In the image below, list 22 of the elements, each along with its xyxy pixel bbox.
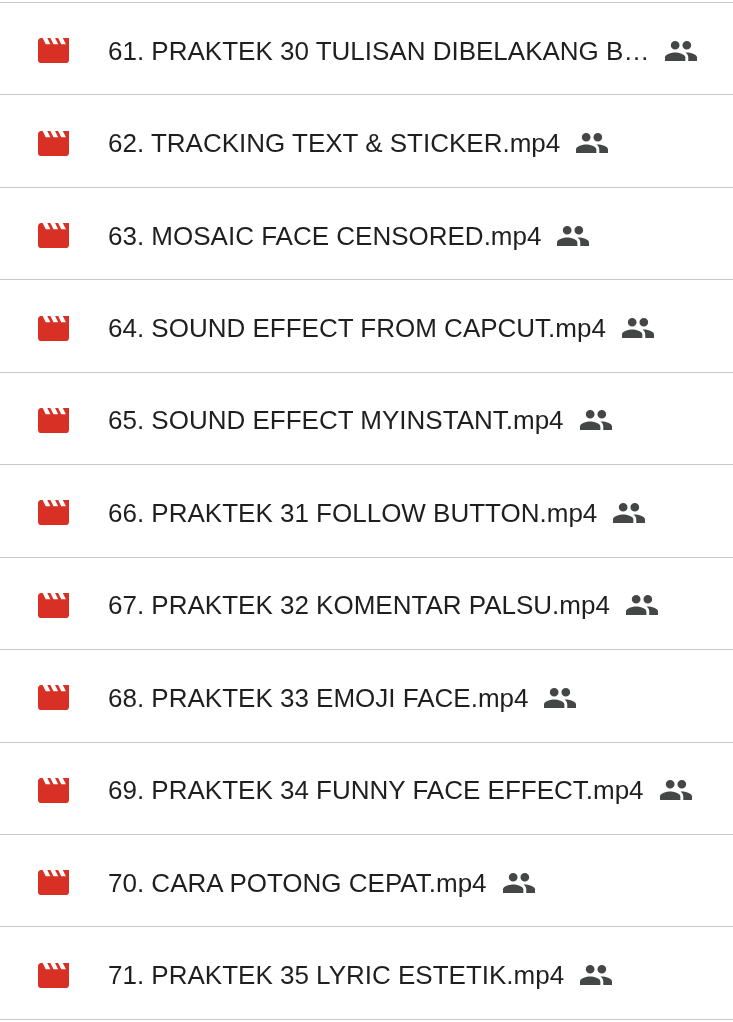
file-name[interactable]: 69. PRAKTEK 34 FUNNY FACE EFFECT.mp4 [108, 777, 644, 804]
clapperboard-icon [38, 223, 69, 249]
file-name[interactable]: 71. PRAKTEK 35 LYRIC ESTETIK.mp4 [108, 962, 565, 989]
clapperboard-icon [38, 500, 69, 526]
clapperboard-icon [38, 777, 69, 803]
clapperboard-icon [38, 870, 69, 896]
file-name[interactable]: 67. PRAKTEK 32 KOMENTAR PALSU.mp4 [108, 592, 610, 619]
file-name[interactable]: 68. PRAKTEK 33 EMOJI FACE.mp4 [108, 684, 529, 711]
clapperboard-icon [38, 315, 69, 341]
clapperboard-icon [38, 962, 69, 988]
file-name[interactable]: 62. TRACKING TEXT & STICKER.mp4 [108, 130, 561, 157]
file-name[interactable]: 63. MOSAIC FACE CENSORED.mp4 [108, 222, 542, 249]
file-name[interactable]: 65. SOUND EFFECT MYINSTANT.mp4 [108, 407, 564, 434]
clapperboard-icon [38, 685, 69, 711]
clapperboard-icon [38, 38, 69, 64]
file-name[interactable]: 61. PRAKTEK 30 TULISAN DIBELAKANG B… [108, 37, 650, 64]
file-name[interactable]: 66. PRAKTEK 31 FOLLOW BUTTON.mp4 [108, 499, 598, 526]
file-name[interactable]: 70. CARA POTONG CEPAT.mp4 [108, 869, 487, 896]
file-name[interactable]: 64. SOUND EFFECT FROM CAPCUT.mp4 [108, 315, 606, 342]
clapperboard-icon [38, 407, 69, 433]
clapperboard-icon [38, 592, 69, 618]
clapperboard-icon [38, 130, 69, 156]
